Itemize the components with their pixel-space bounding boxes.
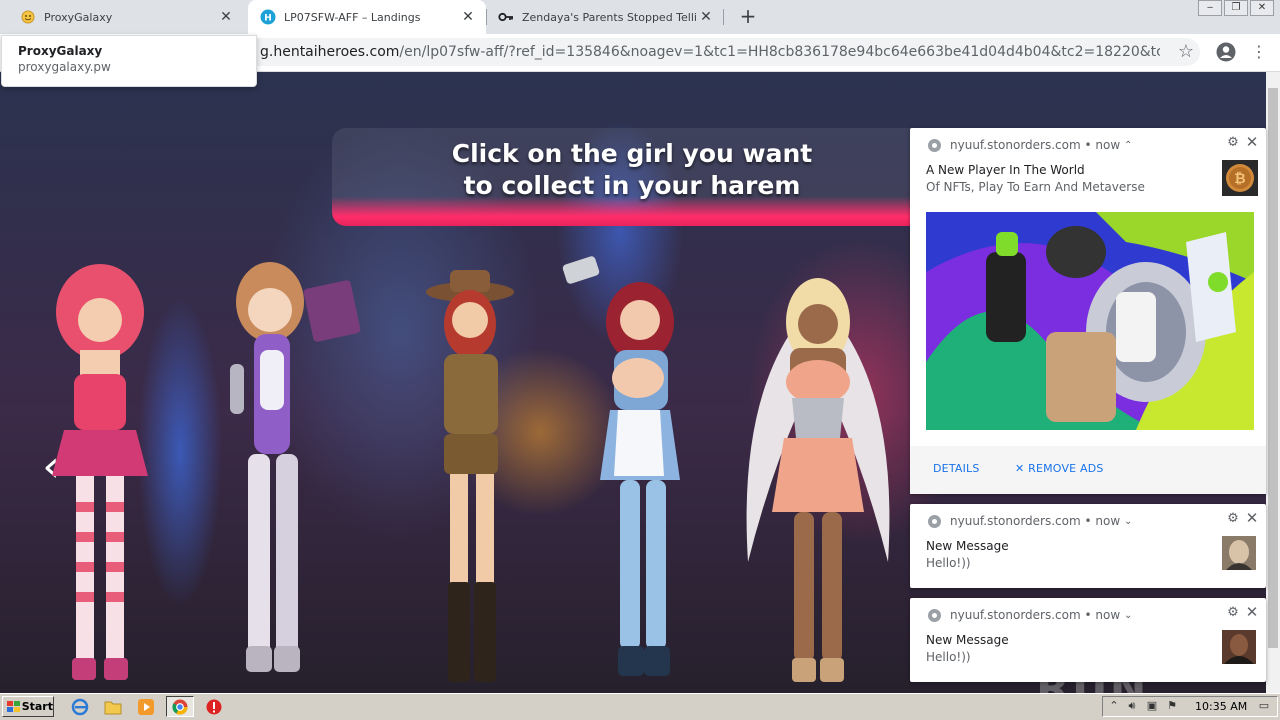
close-icon[interactable]: ✕ [1244, 134, 1260, 150]
close-window-button[interactable]: ✕ [1250, 0, 1274, 16]
tab-hover-card: ProxyGalaxy proxygalaxy.pw [1, 35, 257, 87]
folder-icon[interactable] [103, 697, 123, 717]
smiley-icon [20, 9, 36, 25]
vertical-scrollbar[interactable] [1266, 72, 1280, 693]
hh-logo-icon: H [260, 9, 276, 25]
chevron-up-icon[interactable]: ⌃ [1124, 140, 1132, 151]
window-controls: ‒ ❐ ✕ [1198, 0, 1274, 18]
remove-ads-button[interactable]: ✕ REMOVE ADS [1015, 462, 1104, 475]
details-button[interactable]: DETAILS [933, 462, 980, 475]
notification-header: nyuuf.stonorders.com • now ⌄ [928, 608, 1132, 622]
key-icon [498, 9, 514, 25]
new-tab-button[interactable]: + [738, 6, 758, 27]
character-book-girl[interactable] [210, 254, 370, 689]
character-angel[interactable] [728, 262, 908, 692]
notification-card[interactable]: nyuuf.stonorders.com • now ⌃ ⚙ ✕ A New P… [910, 128, 1266, 494]
notification-header: nyuuf.stonorders.com • now ⌄ [928, 514, 1132, 528]
tab-zendaya[interactable]: Zendaya's Parents Stopped Telling H ✕ [486, 0, 724, 34]
avatar-thumbnail [1222, 536, 1256, 570]
notification-title: New Message [926, 539, 1009, 553]
gear-icon[interactable]: ⚙ [1226, 512, 1240, 526]
internet-explorer-icon[interactable] [70, 697, 90, 717]
notification-time: • now [1084, 608, 1121, 622]
show-desktop-icon[interactable]: ▭ [1257, 699, 1271, 713]
chrome-icon [928, 514, 941, 528]
close-tab-icon[interactable]: ✕ [460, 9, 476, 25]
flag-icon[interactable]: ⚑ [1165, 699, 1179, 713]
windows-logo-icon [7, 700, 20, 712]
bitcoin-icon: ₿ [1222, 160, 1258, 196]
address-bar[interactable]: g.hentaiheroes.com/en/lp07sfw-aff/?ref_i… [180, 38, 1200, 66]
notification-title: A New Player In The World [926, 163, 1085, 177]
headline-banner: Click on the girl you want to collect in… [332, 128, 932, 226]
notification-card[interactable]: nyuuf.stonorders.com • now ⌄ ⚙ ✕ New Mes… [910, 504, 1266, 588]
chevron-down-icon[interactable]: ⌄ [1124, 516, 1132, 527]
notification-header: nyuuf.stonorders.com • now ⌃ [928, 138, 1132, 152]
start-label: Start [21, 700, 53, 713]
tab-landings[interactable]: H LP07SFW-AFF – Landings ✕ [248, 0, 486, 34]
chrome-icon [928, 138, 941, 152]
chrome-icon [928, 608, 941, 622]
headline-line-1: Click on the girl you want [451, 139, 813, 168]
gear-icon[interactable]: ⚙ [1226, 136, 1240, 150]
notification-body: Of NFTs, Play To Earn And Metaverse [926, 180, 1145, 194]
bookmark-star-icon[interactable]: ☆ [1176, 42, 1196, 62]
notification-origin: nyuuf.stonorders.com [950, 608, 1081, 622]
clock[interactable]: 10:35 AM [1195, 700, 1247, 713]
notification-origin: nyuuf.stonorders.com [950, 514, 1081, 528]
character-maid[interactable] [560, 250, 700, 690]
close-tab-icon[interactable]: ✕ [698, 9, 714, 25]
svg-text:H: H [264, 14, 272, 24]
url-host: g.hentaiheroes.com [260, 44, 400, 60]
windows-taskbar: Start ⌃ 🔊︎ ▣ ⚑ 10:35 AM ▭ [0, 693, 1280, 720]
notification-time: • now [1084, 514, 1121, 528]
tab-title: Zendaya's Parents Stopped Telling H [522, 10, 698, 24]
maximize-button[interactable]: ❐ [1224, 0, 1248, 16]
network-icon[interactable]: ▣ [1145, 699, 1159, 713]
avatar-thumbnail [1222, 630, 1256, 664]
headline-text: Click on the girl you want to collect in… [432, 138, 832, 202]
show-hidden-icons-icon[interactable]: ⌃ [1107, 699, 1121, 713]
notification-origin: nyuuf.stonorders.com [950, 138, 1081, 152]
gear-icon[interactable]: ⚙ [1226, 606, 1240, 620]
notification-title: New Message [926, 633, 1009, 647]
notification-body: Hello!)) [926, 556, 971, 570]
minimize-button[interactable]: ‒ [1198, 0, 1222, 16]
hover-card-title: ProxyGalaxy [18, 44, 103, 58]
notification-actions: DETAILS ✕ REMOVE ADS [910, 446, 1266, 494]
chevron-down-icon[interactable]: ⌄ [1124, 610, 1132, 621]
nft-promo-image [926, 212, 1254, 430]
url-path: /en/lp07sfw-aff/?ref_id=135846&noagev=1&… [399, 44, 1160, 60]
tab-strip: ProxyGalaxy ✕ H LP07SFW-AFF – Landings ✕… [0, 0, 1280, 34]
system-tray: ⌃ 🔊︎ ▣ ⚑ 10:35 AM ▭ [1102, 696, 1278, 717]
svg-text:₿: ₿ [1234, 171, 1245, 187]
character-explorer[interactable] [420, 264, 530, 693]
tab-title: ProxyGalaxy [44, 10, 113, 24]
scrollbar-thumb[interactable] [1268, 88, 1278, 648]
tab-proxygalaxy[interactable]: ProxyGalaxy ✕ [8, 0, 244, 34]
chrome-taskbar-icon[interactable] [166, 696, 194, 717]
notification-body: Hello!)) [926, 650, 971, 664]
close-icon[interactable]: ✕ [1244, 604, 1260, 620]
start-button[interactable]: Start [2, 696, 54, 717]
close-tab-icon[interactable]: ✕ [218, 9, 234, 25]
notification-card[interactable]: nyuuf.stonorders.com • now ⌄ ⚙ ✕ New Mes… [910, 598, 1266, 682]
url-text[interactable]: g.hentaiheroes.com/en/lp07sfw-aff/?ref_i… [260, 44, 1160, 60]
kebab-menu-icon[interactable]: ⋮ [1251, 42, 1267, 62]
stop-icon[interactable] [204, 697, 224, 717]
hover-card-domain: proxygalaxy.pw [18, 60, 111, 74]
media-player-icon[interactable] [136, 697, 156, 717]
headline-line-2: to collect in your harem [463, 171, 801, 200]
character-pink-hair[interactable] [22, 262, 182, 692]
tab-title: LP07SFW-AFF – Landings [284, 10, 421, 24]
account-icon[interactable] [1216, 42, 1236, 62]
close-icon[interactable]: ✕ [1244, 510, 1260, 526]
notification-time: • now [1084, 138, 1121, 152]
volume-icon[interactable]: 🔊︎ [1125, 699, 1139, 713]
